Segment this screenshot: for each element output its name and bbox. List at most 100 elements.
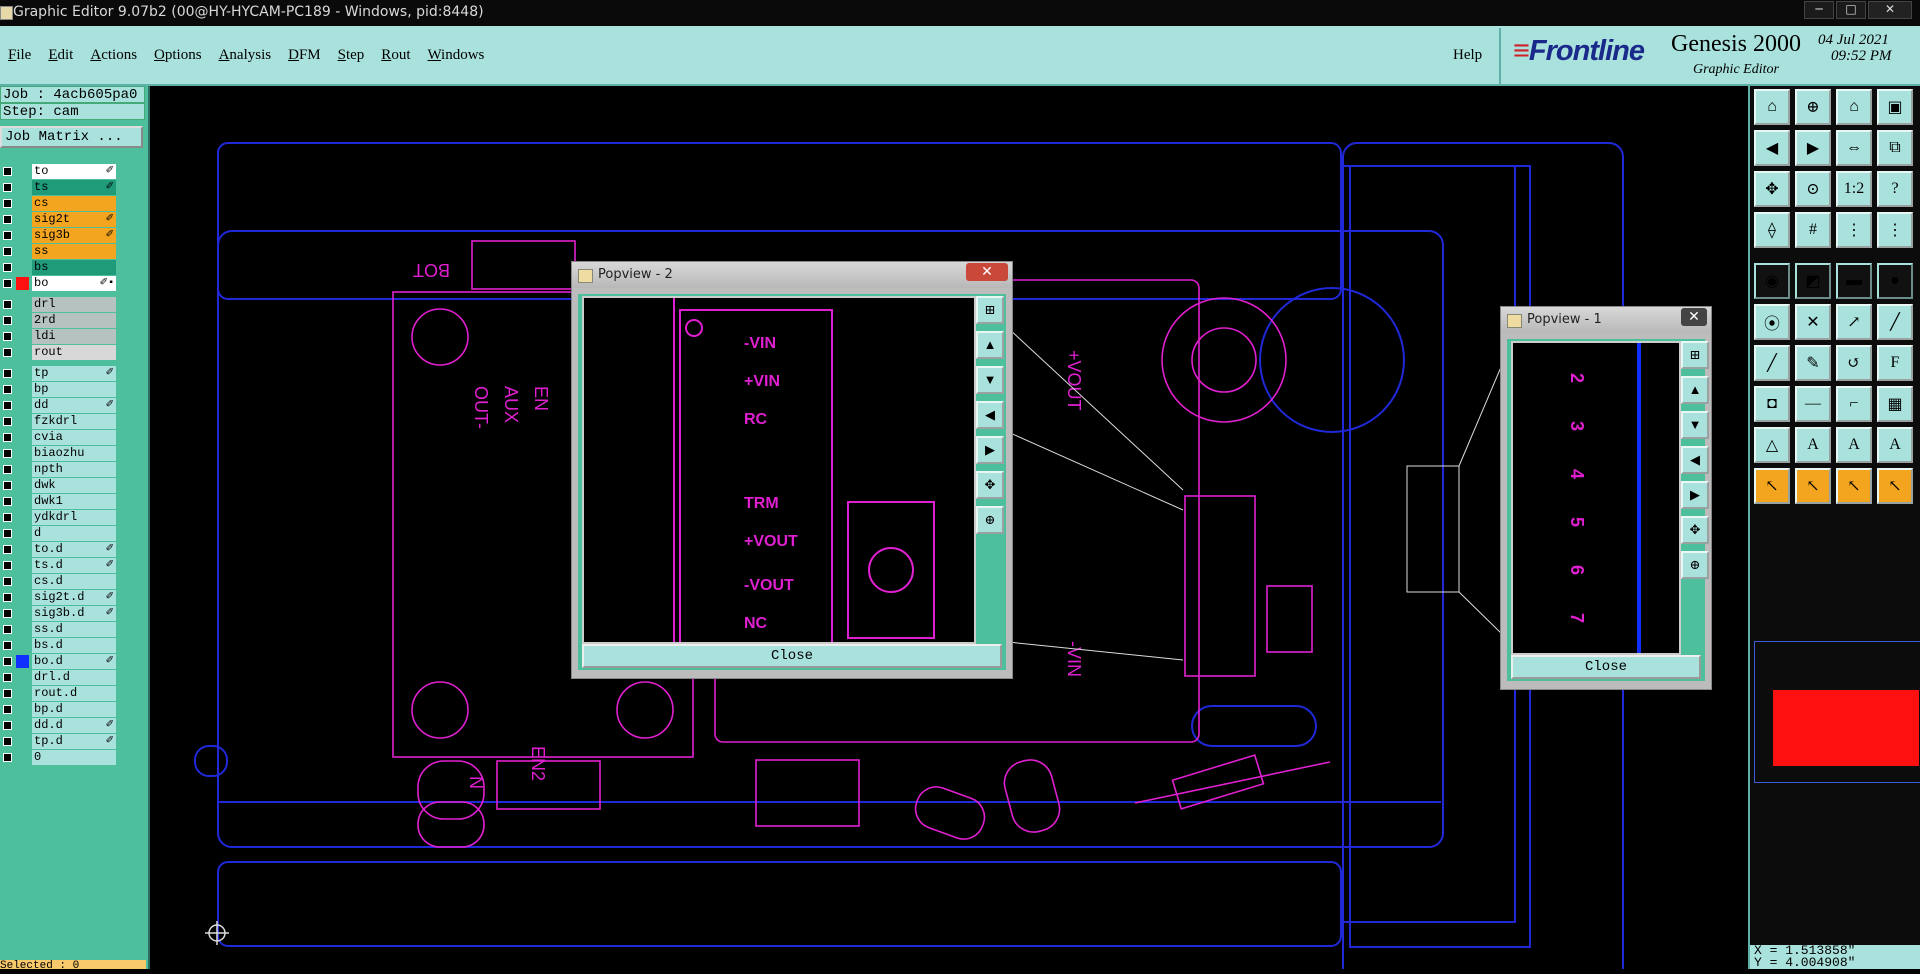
popview-2-close-icon[interactable]: ✕ (966, 263, 1008, 281)
menu-file[interactable]: File (8, 47, 31, 64)
layer-name[interactable]: drl.d (32, 670, 116, 685)
layer-name[interactable]: to ✐ (32, 164, 116, 179)
popview-2-close-button[interactable]: Close (582, 644, 1002, 668)
split-icon[interactable]: ⧉ (1877, 130, 1913, 166)
maximize-button[interactable]: □ (1836, 1, 1866, 19)
layer-row[interactable]: npth (0, 462, 120, 477)
popview-1-close-button[interactable]: Close (1511, 655, 1701, 679)
layer-name[interactable]: bp.d (32, 702, 116, 717)
layer-checkbox[interactable] (3, 247, 12, 256)
connect-icon[interactable]: ⦿ (1754, 304, 1790, 340)
pan-left-icon[interactable]: ◀ (1754, 130, 1790, 166)
layer-row[interactable]: bp.d (0, 702, 120, 717)
layer-name[interactable]: dwk1 (32, 494, 116, 509)
layer-row[interactable]: sig2t ✐ (0, 212, 120, 227)
layer-name[interactable]: bs.d (32, 638, 116, 653)
menu-step[interactable]: Step (338, 47, 365, 64)
snap-alt-icon[interactable]: ⋮ (1877, 212, 1913, 248)
layer-checkbox[interactable] (3, 465, 12, 474)
minimap[interactable] (1754, 641, 1920, 783)
layer-row[interactable]: ss.d (0, 622, 120, 637)
layer-row[interactable]: dwk1 (0, 494, 120, 509)
layer-name[interactable]: ss (32, 244, 116, 259)
grid-icon[interactable]: # (1795, 212, 1831, 248)
layer-checkbox[interactable] (3, 300, 12, 309)
triangle4-icon[interactable]: A (1877, 427, 1913, 463)
p1-zoom-icon[interactable]: ⊞ (1681, 341, 1709, 369)
house-icon[interactable]: ⌂ (1836, 89, 1872, 125)
menu-edit[interactable]: Edit (48, 47, 73, 64)
layer-row[interactable]: drl.d (0, 670, 120, 685)
layer-row[interactable]: bo ✐▪ (0, 276, 120, 291)
layer-row[interactable]: fzkdrl (0, 414, 120, 429)
array-icon[interactable]: ▦ (1877, 386, 1913, 422)
arc-icon[interactable]: ↺ (1836, 345, 1872, 381)
layer-checkbox[interactable] (3, 167, 12, 176)
layer-checkbox[interactable] (3, 657, 12, 666)
p2-left-icon[interactable]: ◀ (976, 401, 1004, 429)
layer-name[interactable]: sig2t.d ✐ (32, 590, 116, 605)
layer-checkbox[interactable] (3, 348, 12, 357)
layer-checkbox[interactable] (3, 529, 12, 538)
popview-1-close-icon[interactable]: ✕ (1681, 308, 1707, 326)
font-icon[interactable]: F (1877, 345, 1913, 381)
pad-icon[interactable]: ◘ (1754, 386, 1790, 422)
layer-checkbox[interactable] (3, 561, 12, 570)
scale-1-2-icon[interactable]: 1:2 (1836, 171, 1872, 207)
slash-icon[interactable]: ╱ (1754, 345, 1790, 381)
layer-checkbox[interactable] (3, 215, 12, 224)
layer-checkbox[interactable] (3, 721, 12, 730)
layer-checkbox[interactable] (3, 401, 12, 410)
menu-rout[interactable]: Rout (381, 47, 410, 64)
layer-row[interactable]: dd.d ✐ (0, 718, 120, 733)
popview-2-view[interactable]: -VIN +VIN RC TRM +VOUT -VOUT NC (582, 296, 976, 651)
layer-checkbox[interactable] (3, 199, 12, 208)
layer-row[interactable]: cs (0, 196, 120, 211)
layer-name[interactable]: ss.d (32, 622, 116, 637)
p1-fit-icon[interactable]: ✥ (1681, 516, 1709, 544)
layer-name[interactable]: dd.d ✐ (32, 718, 116, 733)
layer-row[interactable]: 0 (0, 750, 120, 765)
triangle3-icon[interactable]: A (1836, 427, 1872, 463)
dash-icon[interactable]: — (1795, 386, 1831, 422)
menu-analysis[interactable]: Analysis (219, 47, 272, 64)
layer-name[interactable]: 2rd (32, 313, 116, 328)
zoom-center-icon[interactable]: ⊙ (1795, 171, 1831, 207)
p1-down-icon[interactable]: ▼ (1681, 411, 1709, 439)
circle-icon[interactable]: ● (1877, 263, 1913, 299)
layer-row[interactable]: tp ✐ (0, 366, 120, 381)
layer-checkbox[interactable] (3, 593, 12, 602)
layer-name[interactable]: npth (32, 462, 116, 477)
layer-name[interactable]: d (32, 526, 116, 541)
layer-row[interactable]: bo.d ✐ (0, 654, 120, 669)
layer-checkbox[interactable] (3, 231, 12, 240)
feature-icon[interactable]: ◉ (1754, 263, 1790, 299)
snap-icon[interactable]: ⋮ (1836, 212, 1872, 248)
zoom-in-icon[interactable]: ⊕ (1795, 89, 1831, 125)
layer-row[interactable]: ts.d ✐ (0, 558, 120, 573)
p2-up-icon[interactable]: ▲ (976, 331, 1004, 359)
p1-center-icon[interactable]: ⊕ (1681, 551, 1709, 579)
layer-row[interactable]: bs.d (0, 638, 120, 653)
pointer2-icon[interactable]: ↖ (1795, 468, 1831, 504)
cross-icon[interactable]: ✕ (1795, 304, 1831, 340)
triangle-icon[interactable]: △ (1754, 427, 1790, 463)
menu-help[interactable]: Help (1453, 47, 1482, 64)
p2-zoom-icon[interactable]: ⊞ (976, 296, 1004, 324)
edit-icon[interactable]: ✎ (1795, 345, 1831, 381)
layer-row[interactable]: 2rd (0, 313, 120, 328)
ruler-icon[interactable]: ▬ (1836, 263, 1872, 299)
layer-checkbox[interactable] (3, 689, 12, 698)
layer-checkbox[interactable] (3, 279, 12, 288)
layer-row[interactable]: bs (0, 260, 120, 275)
layer-checkbox[interactable] (3, 737, 12, 746)
measure-icon[interactable]: ⟠ (1754, 212, 1790, 248)
line-icon[interactable]: ╱ (1877, 304, 1913, 340)
layer-row[interactable]: cs.d (0, 574, 120, 589)
layer-row[interactable]: d (0, 526, 120, 541)
menu-windows[interactable]: Windows (427, 47, 484, 64)
layer-row[interactable]: ydkdrl (0, 510, 120, 525)
job-matrix-button[interactable]: Job Matrix ... (0, 126, 143, 148)
layer-row[interactable]: sig3b.d ✐ (0, 606, 120, 621)
pan-right-icon[interactable]: ▶ (1795, 130, 1831, 166)
